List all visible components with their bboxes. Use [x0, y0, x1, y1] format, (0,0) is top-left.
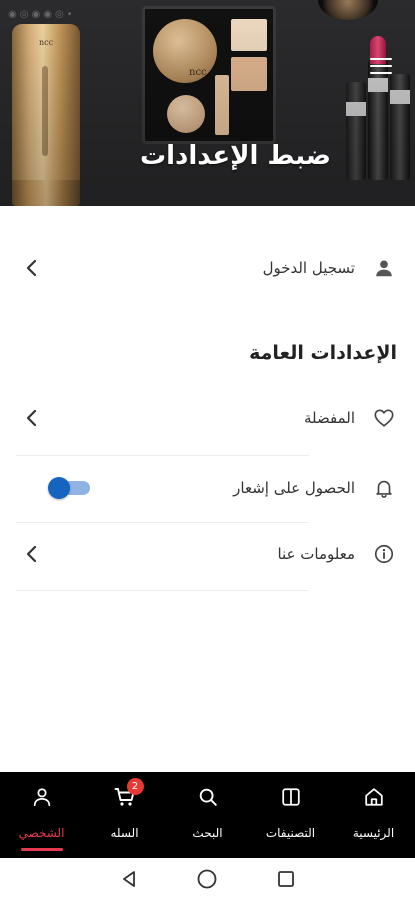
header-banner: ncc ncc ◉◎◉◉◎• ضبط الإعدادات: [0, 0, 415, 206]
about-us-row[interactable]: معلومات عنا: [16, 526, 399, 582]
nav-item-categories[interactable]: التصنيفات: [249, 772, 332, 858]
notifications-toggle[interactable]: [48, 477, 90, 499]
nav-label-home: الرئيسية: [352, 826, 395, 840]
page-title: ضبط الإعدادات: [140, 141, 331, 171]
general-settings-title: الإعدادات العامة: [249, 342, 397, 364]
active-tab-indicator: [20, 848, 63, 851]
favorites-row[interactable]: المفضلة: [16, 390, 399, 446]
status-bar-icons: ◉ ◎ ◉ ◉ ◎ •: [8, 9, 73, 20]
bottom-navigation: الشخصي 2 السله البحث التصنيفات الرئيسية: [0, 772, 415, 858]
chevron-left-icon: [20, 542, 44, 566]
system-navigation-bar: [0, 858, 415, 900]
nav-item-search[interactable]: البحث: [166, 772, 249, 858]
heart-icon: [369, 403, 399, 433]
back-triangle-icon[interactable]: [116, 866, 142, 892]
nav-label-categories: التصنيفات: [265, 826, 316, 840]
user-icon: [369, 253, 399, 283]
search-icon: [195, 784, 221, 810]
nav-item-home[interactable]: الرئيسية: [332, 772, 415, 858]
categories-icon: [278, 784, 304, 810]
login-row[interactable]: تسجيل الدخول: [16, 240, 399, 296]
chevron-left-icon: [20, 256, 44, 280]
nav-label-profile: الشخصي: [18, 826, 65, 840]
divider: [16, 455, 309, 456]
cart-count-badge: 2: [126, 778, 144, 795]
about-us-label: معلومات عنا: [277, 545, 355, 563]
hamburger-menu-icon[interactable]: [368, 55, 394, 77]
divider: [16, 522, 309, 523]
divider: [16, 590, 309, 591]
home-icon: [361, 784, 387, 810]
recents-square-icon[interactable]: [273, 866, 299, 892]
nav-label-search: البحث: [192, 826, 223, 840]
profile-icon: [29, 784, 55, 810]
chevron-left-icon: [20, 406, 44, 430]
bell-icon: [369, 473, 399, 503]
nav-item-profile[interactable]: الشخصي: [0, 772, 83, 858]
nav-item-cart[interactable]: 2 السله: [83, 772, 166, 858]
cart-icon: 2: [112, 778, 144, 810]
login-label: تسجيل الدخول: [262, 259, 355, 277]
notifications-label: الحصول على إشعار: [233, 479, 355, 497]
home-circle-icon[interactable]: [194, 866, 220, 892]
nav-label-cart: السله: [110, 826, 139, 840]
info-icon: [369, 539, 399, 569]
favorites-label: المفضلة: [303, 409, 355, 427]
